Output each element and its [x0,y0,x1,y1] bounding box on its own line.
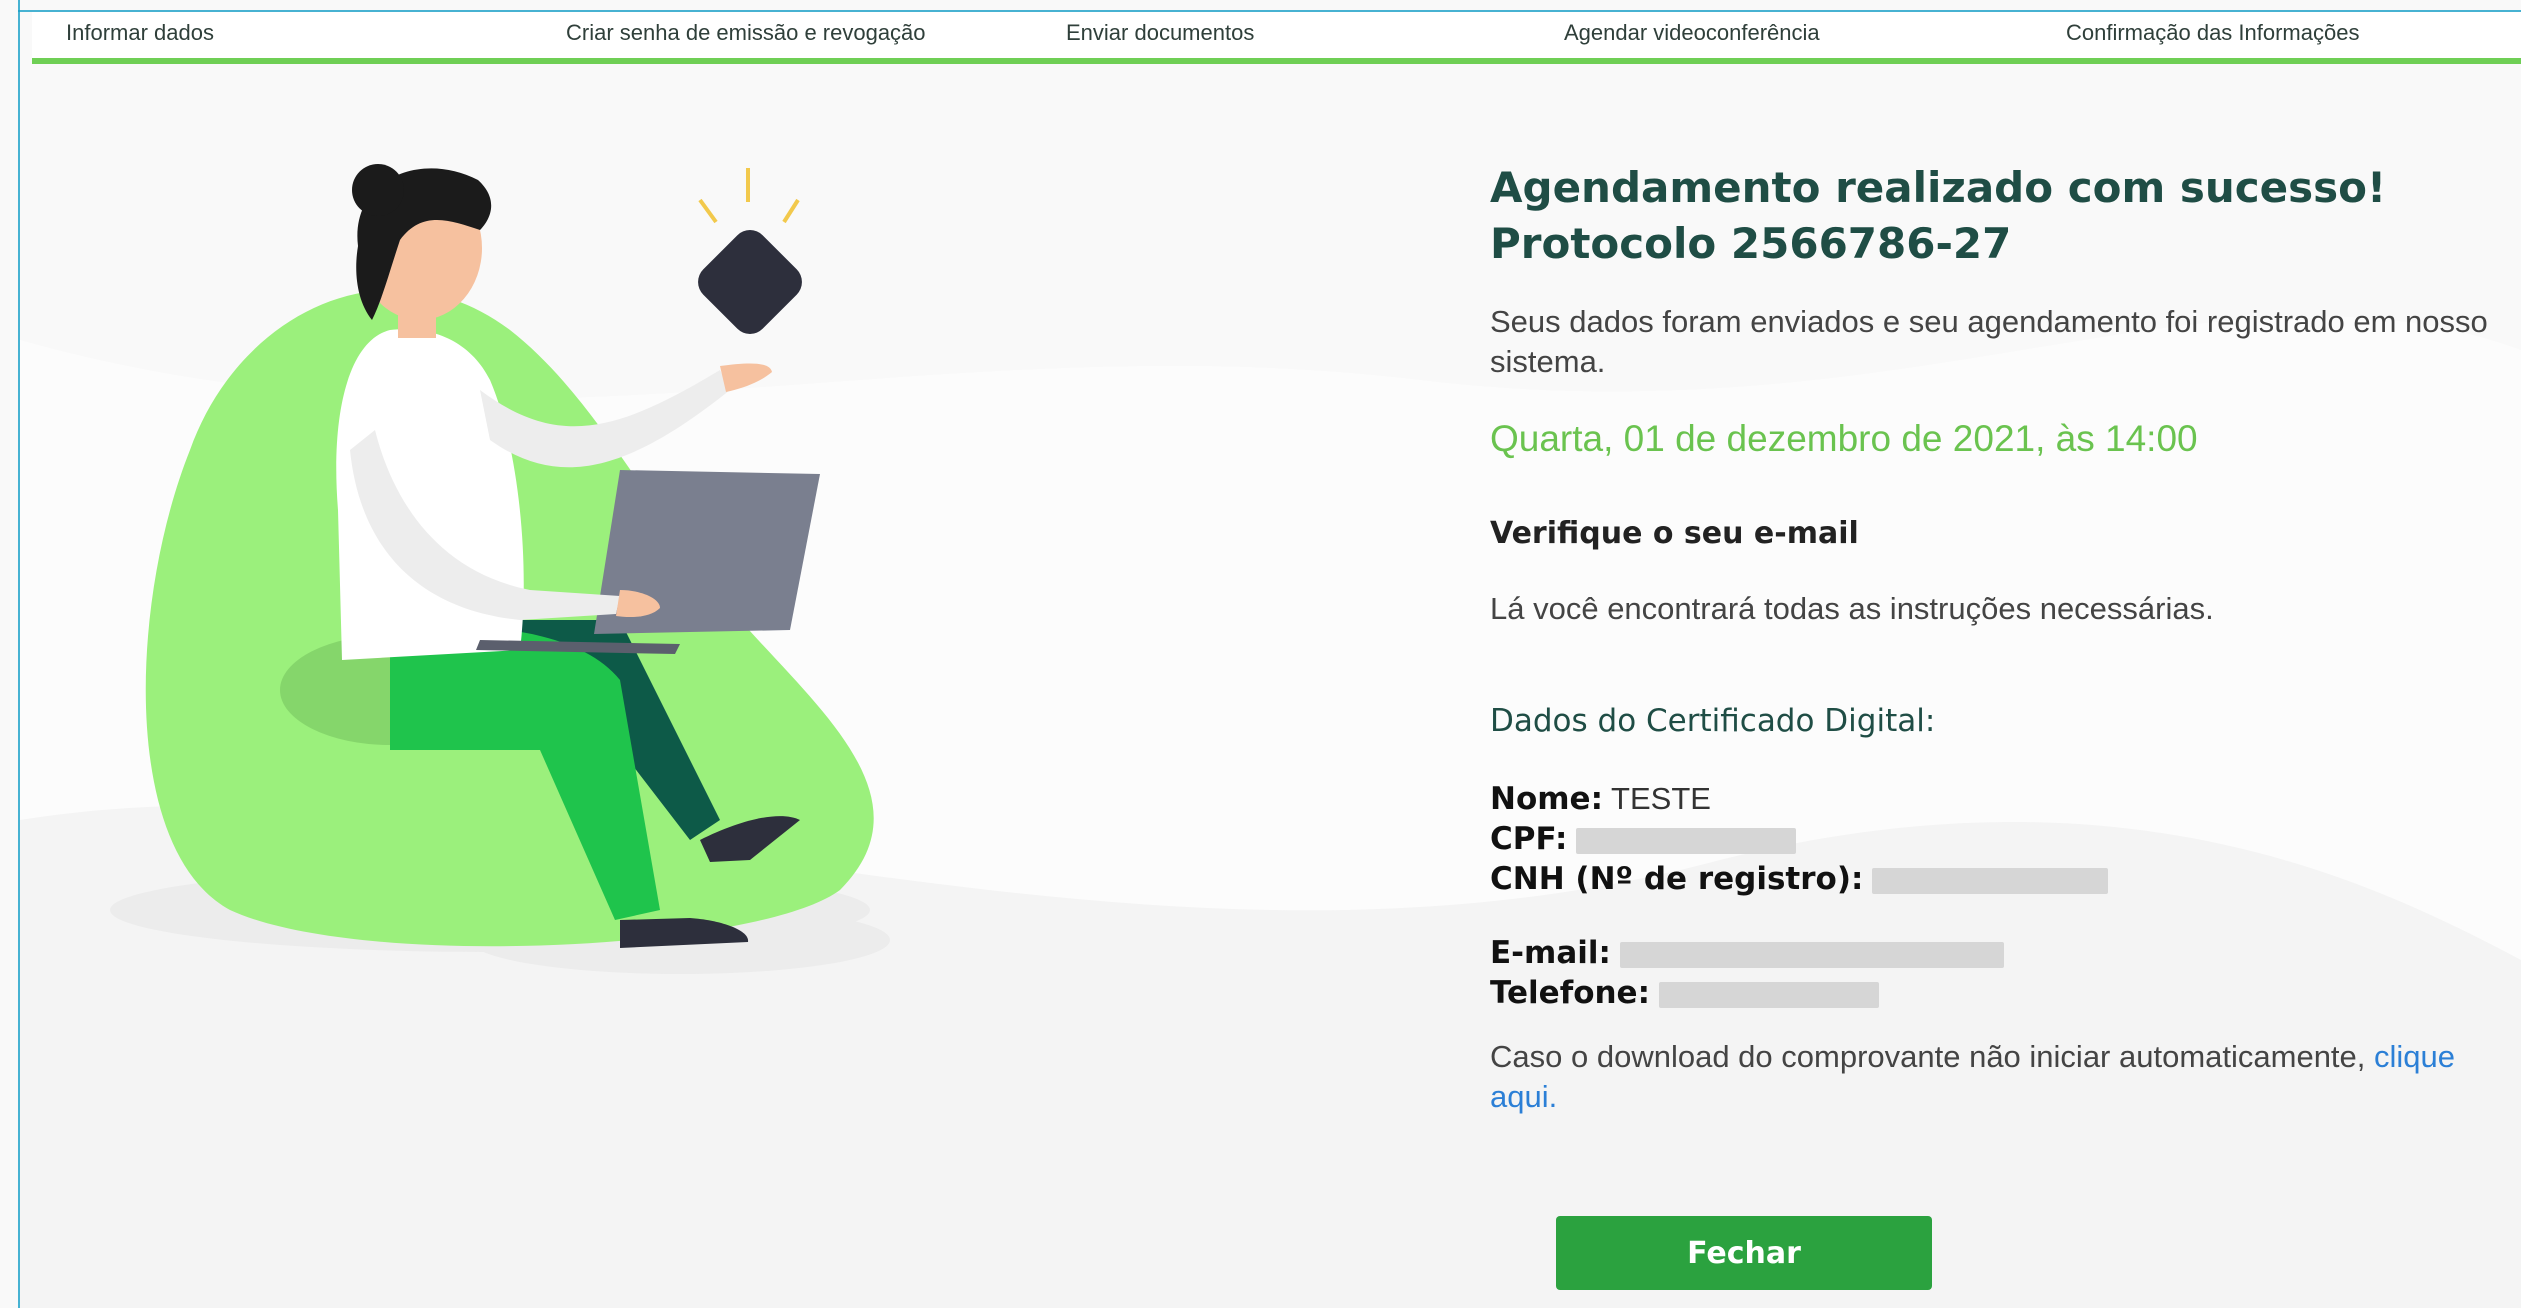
field-name-value: TESTE [1611,781,1711,816]
phone-redacted [1658,981,1879,1008]
appointment-date: Quarta, 01 de dezembro de 2021, às 14:00 [1490,418,2198,459]
confirmation-description-cont: sistema. [1490,344,1606,379]
step-enviar-documentos[interactable]: Enviar documentos [1066,20,1254,46]
step-progress-bar: Informar dados Criar senha de emissão e … [32,12,2521,64]
cpf-redacted [1575,827,1796,854]
step-criar-senha[interactable]: Criar senha de emissão e revogação [566,20,926,46]
download-notice: Caso o download do comprovante não inici… [1490,1037,2500,1117]
woman-with-laptop-illustration [110,164,890,974]
field-cnh-label: CNH (Nº de registro): [1490,861,1864,897]
step-confirmacao[interactable]: Confirmação das Informações [2066,20,2359,46]
field-cpf-label: CPF: [1490,821,1568,857]
confirmation-title: Agendamento realizado com sucesso! Proto… [1490,160,2521,272]
email-redacted [1619,941,2004,968]
field-email-label: E-mail: [1490,935,1611,971]
field-phone-label: Telefone: [1490,975,1650,1011]
field-cpf: CPF: [1490,819,2521,859]
close-button[interactable]: Fechar [1556,1216,1932,1290]
field-phone: Telefone: [1490,973,2521,1013]
certificate-section-title: Dados do Certificado Digital: [1490,703,1936,739]
check-email-text: Lá você encontrará todas as instruções n… [1490,591,2214,626]
confirmation-description: Seus dados foram enviados e seu agendame… [1490,304,2488,339]
download-text: Caso o download do comprovante não inici… [1490,1039,2375,1074]
download-link-suffix: . [1548,1079,1558,1114]
protocol-number: Protocolo 2566786-27 [1490,219,2012,268]
certificate-fields: Nome: TESTE CPF: CNH (Nº de registro): E… [1490,779,2521,1013]
confirmation-panel: Agendamento realizado com sucesso! Proto… [1490,160,2521,1117]
check-email-title: Verifique o seu e-mail [1490,516,1859,551]
field-cnh: CNH (Nº de registro): [1490,859,2521,899]
success-message: Agendamento realizado com sucesso! [1490,163,2387,212]
step-informar-dados[interactable]: Informar dados [66,20,214,46]
floating-device-icon [698,168,802,334]
cnh-redacted [1872,867,2109,894]
field-name: Nome: TESTE [1490,779,2521,819]
field-name-label: Nome: [1490,781,1603,817]
field-email: E-mail: [1490,933,2521,973]
step-agendar-videoconferencia[interactable]: Agendar videoconferência [1564,20,1820,46]
